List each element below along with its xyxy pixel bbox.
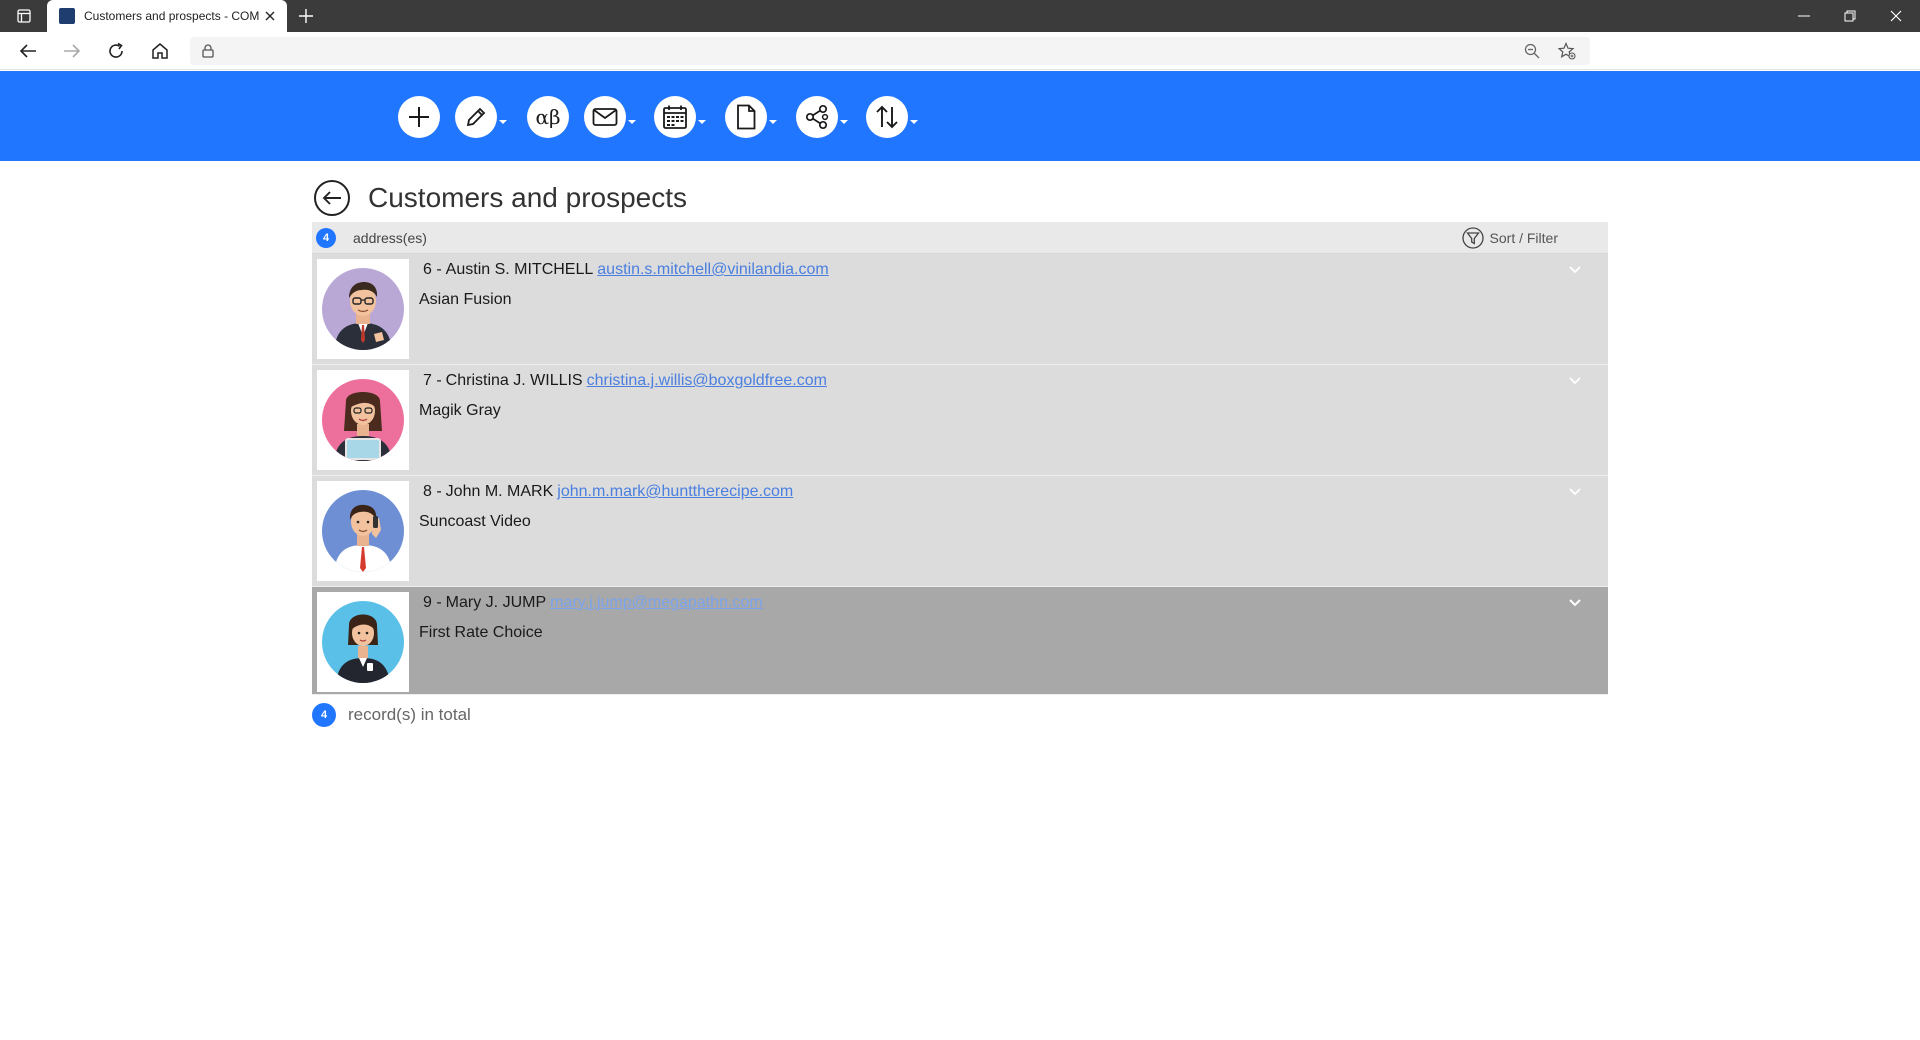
sort-button[interactable] bbox=[866, 95, 918, 139]
total-count-badge: 4 bbox=[312, 703, 336, 727]
sort-filter-label: Sort / Filter bbox=[1489, 230, 1558, 246]
app-toolbar: αβ bbox=[0, 71, 1920, 161]
page-header: Customers and prospects bbox=[312, 176, 1608, 220]
record-header-line: 6 - Austin S. MITCHELL austin.s.mitchell@v… bbox=[423, 261, 829, 279]
businesswoman-avatar-icon bbox=[336, 614, 390, 683]
company-name: Magik Gray bbox=[419, 402, 501, 419]
document-icon bbox=[725, 96, 767, 138]
favorites-star-icon[interactable] bbox=[1558, 42, 1576, 60]
contact-name: Austin S. MITCHELL bbox=[445, 261, 594, 278]
back-button[interactable] bbox=[314, 180, 350, 216]
home-icon[interactable] bbox=[146, 37, 174, 65]
record-number: 7 - bbox=[423, 372, 442, 389]
company-name: Suncoast Video bbox=[419, 513, 531, 530]
alpha-beta-label: αβ bbox=[535, 105, 561, 129]
contact-name: John M. MARK bbox=[445, 483, 554, 500]
browser-nav-bar bbox=[0, 32, 1920, 70]
calendar-icon bbox=[654, 96, 696, 138]
pencil-icon bbox=[455, 96, 497, 138]
calendar-dropdown-caret[interactable] bbox=[698, 120, 706, 124]
reload-icon[interactable] bbox=[102, 37, 130, 65]
record-row[interactable]: 7 - Christina J. WILLIS christina.j.willis… bbox=[312, 365, 1608, 476]
sort-filter-button[interactable]: Sort / Filter bbox=[1461, 227, 1558, 249]
close-tab-icon[interactable] bbox=[261, 7, 279, 25]
minimize-icon[interactable] bbox=[1781, 0, 1827, 32]
chevron-down-icon[interactable] bbox=[1568, 598, 1582, 608]
browser-tab[interactable]: Customers and prospects - COM bbox=[47, 0, 287, 32]
company-name: Asian Fusion bbox=[419, 291, 512, 308]
record-header-line: 8 - John M. MARK john.m.mark@hunttherecipe… bbox=[423, 483, 793, 501]
back-arrow-icon bbox=[322, 191, 341, 205]
edit-dropdown-caret[interactable] bbox=[499, 120, 507, 124]
record-row[interactable]: 6 - Austin S. MITCHELL austin.s.mitchell@v… bbox=[312, 254, 1608, 365]
document-dropdown-caret[interactable] bbox=[769, 120, 777, 124]
record-row[interactable]: 8 - John M. MARK john.m.mark@hunttherecipe… bbox=[312, 476, 1608, 587]
browser-tab-strip: Customers and prospects - COM bbox=[0, 0, 1920, 32]
company-name: First Rate Choice bbox=[419, 624, 543, 641]
page-title: Customers and prospects bbox=[368, 182, 688, 213]
close-window-icon[interactable] bbox=[1873, 0, 1919, 32]
chevron-down-icon[interactable] bbox=[1568, 487, 1582, 497]
record-total: 4 record(s) in total bbox=[312, 703, 1608, 727]
new-tab-icon[interactable] bbox=[294, 4, 318, 28]
businesswoman-avatar-icon bbox=[334, 392, 392, 461]
mail-button[interactable] bbox=[584, 95, 636, 139]
record-number: 9 - bbox=[423, 594, 442, 611]
forward-arrow-icon[interactable] bbox=[58, 37, 86, 65]
contact-name: Christina J. WILLIS bbox=[445, 372, 583, 389]
contact-avatar bbox=[317, 259, 409, 359]
contact-email-link[interactable]: mary.j.jump@megapathn.com bbox=[550, 594, 762, 611]
add-button[interactable] bbox=[398, 95, 440, 139]
record-number: 8 - bbox=[423, 483, 442, 500]
calendar-button[interactable] bbox=[654, 95, 706, 139]
contact-avatar bbox=[317, 592, 409, 692]
share-dropdown-caret[interactable] bbox=[840, 120, 848, 124]
contact-avatar bbox=[317, 370, 409, 470]
address-count-label: address(es) bbox=[353, 229, 427, 246]
businessman-avatar-icon bbox=[334, 282, 392, 350]
man-on-phone-avatar-icon bbox=[334, 504, 392, 572]
contact-email-link[interactable]: austin.s.mitchell@vinilandia.com bbox=[597, 261, 828, 278]
window-menu-icon[interactable] bbox=[12, 6, 36, 26]
mail-dropdown-caret[interactable] bbox=[628, 120, 636, 124]
address-bar[interactable] bbox=[190, 37, 1590, 65]
sort-arrows-icon bbox=[866, 96, 908, 138]
document-button[interactable] bbox=[725, 95, 777, 139]
lock-icon bbox=[202, 44, 214, 58]
contact-avatar bbox=[317, 481, 409, 581]
contact-email-link[interactable]: christina.j.willis@boxgoldfree.com bbox=[587, 372, 827, 389]
main-content: Customers and prospects 4 address(es) So… bbox=[312, 176, 1608, 727]
restore-icon[interactable] bbox=[1827, 0, 1873, 32]
contact-name: Mary J. JUMP bbox=[445, 594, 547, 611]
contact-email-link[interactable]: john.m.mark@hunttherecipe.com bbox=[557, 483, 793, 500]
alpha-beta-icon: αβ bbox=[527, 96, 569, 138]
mail-icon bbox=[584, 96, 626, 138]
zoom-out-icon[interactable] bbox=[1524, 43, 1540, 59]
share-button[interactable] bbox=[796, 95, 848, 139]
back-arrow-icon[interactable] bbox=[14, 37, 42, 65]
tab-title: Customers and prospects - COM bbox=[84, 9, 260, 23]
alpha-beta-button[interactable]: αβ bbox=[527, 95, 569, 139]
plus-icon bbox=[398, 96, 440, 138]
chevron-down-icon[interactable] bbox=[1568, 265, 1582, 275]
site-favicon-icon bbox=[59, 8, 75, 24]
record-header-line: 7 - Christina J. WILLIS christina.j.willis… bbox=[423, 372, 827, 390]
filter-icon bbox=[1461, 227, 1484, 249]
total-count-label: record(s) in total bbox=[348, 705, 471, 724]
chevron-down-icon[interactable] bbox=[1568, 376, 1582, 386]
record-row-selected[interactable]: 9 - Mary J. JUMP mary.j.jump@megapathn.com… bbox=[312, 587, 1608, 695]
address-count-badge: 4 bbox=[316, 227, 336, 248]
address-summary-bar: 4 address(es) Sort / Filter bbox=[312, 222, 1608, 254]
share-icon bbox=[796, 96, 838, 138]
edit-button[interactable] bbox=[455, 95, 507, 139]
record-header-line: 9 - Mary J. JUMP mary.j.jump@megapathn.com bbox=[423, 594, 763, 612]
sort-dropdown-caret[interactable] bbox=[910, 120, 918, 124]
record-number: 6 - bbox=[423, 261, 442, 278]
